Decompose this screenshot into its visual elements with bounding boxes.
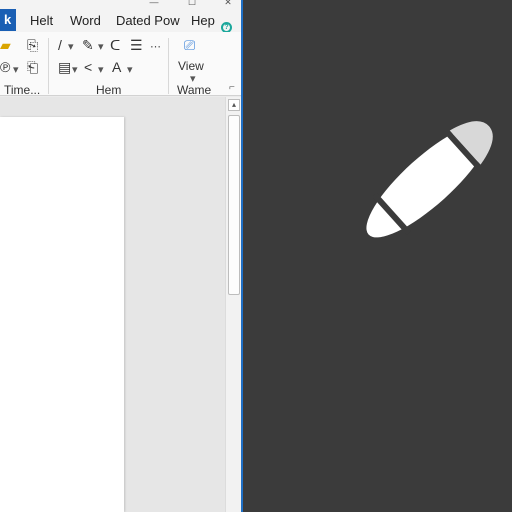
shading-icon[interactable]: ▤ [58,60,71,74]
vertical-scrollbar[interactable]: ▴ [225,97,241,512]
close-button[interactable]: ✕ [222,0,234,7]
title-bar: — ☐ ✕ [0,0,241,8]
dropdown-icon[interactable]: ▾ [68,40,74,54]
lasso-icon[interactable]: ᑕ [110,38,120,52]
document-canvas [0,97,225,512]
minimize-button[interactable]: — [148,0,160,7]
view-button-label[interactable]: View [178,59,204,73]
ribbon-tab-bar: k Helt Word Dated Pow Hep ? [0,8,241,33]
word-window: — ☐ ✕ k Helt Word Dated Pow Hep ? ▰ ⎘ ℗ … [0,0,241,512]
dark-panel [243,0,512,512]
ribbon: ▰ ⎘ ℗ ▾ ⎗ Time... / ▾ ✎ ▾ ᑕ ☰ ⋯ ▤ ▾ < ▾ … [0,32,241,97]
document-page[interactable] [0,117,124,512]
stylus-pen-icon [366,121,493,238]
tab-hep[interactable]: Hep [191,12,215,30]
align-icon[interactable]: ☰ [130,38,143,52]
more-options-icon[interactable]: ⋯ [150,40,161,54]
dropdown-icon[interactable]: ▾ [127,63,133,77]
tab-word[interactable]: Word [70,12,101,30]
dialog-launcher-icon[interactable]: ⌐ [229,82,235,93]
clipboard-icon[interactable]: ⎗ [27,60,38,74]
tab-file[interactable]: k [0,9,16,31]
group-separator [48,38,49,94]
scroll-up-button[interactable]: ▴ [228,99,240,111]
group-label-time: Time... [4,83,41,97]
italic-icon[interactable]: / [58,38,62,52]
dropdown-icon[interactable]: ▾ [98,63,104,77]
dropdown-icon[interactable]: ▾ [72,63,78,77]
paste-icon[interactable]: ▰ [0,38,11,52]
group-label-wame: Wame [177,83,212,97]
tab-dated-pow[interactable]: Dated Pow [116,12,180,30]
maximize-button[interactable]: ☐ [186,0,198,7]
tab-helt[interactable]: Helt [30,12,53,30]
dropdown-icon[interactable]: ▾ [13,63,19,77]
view-cursor-icon[interactable]: ⎚ [184,38,195,52]
pen-tool-icon[interactable]: ℗ [0,60,10,74]
format-painter-icon[interactable]: ⎘ [27,38,38,52]
group-separator [168,38,169,94]
dropdown-icon[interactable]: ▾ [98,40,104,54]
group-label-hem: Hem [96,83,122,97]
scroll-thumb[interactable] [228,115,240,295]
less-than-icon[interactable]: < [84,60,92,74]
pencil-icon[interactable]: ✎ [82,38,94,52]
font-color-icon[interactable]: A [112,60,121,74]
